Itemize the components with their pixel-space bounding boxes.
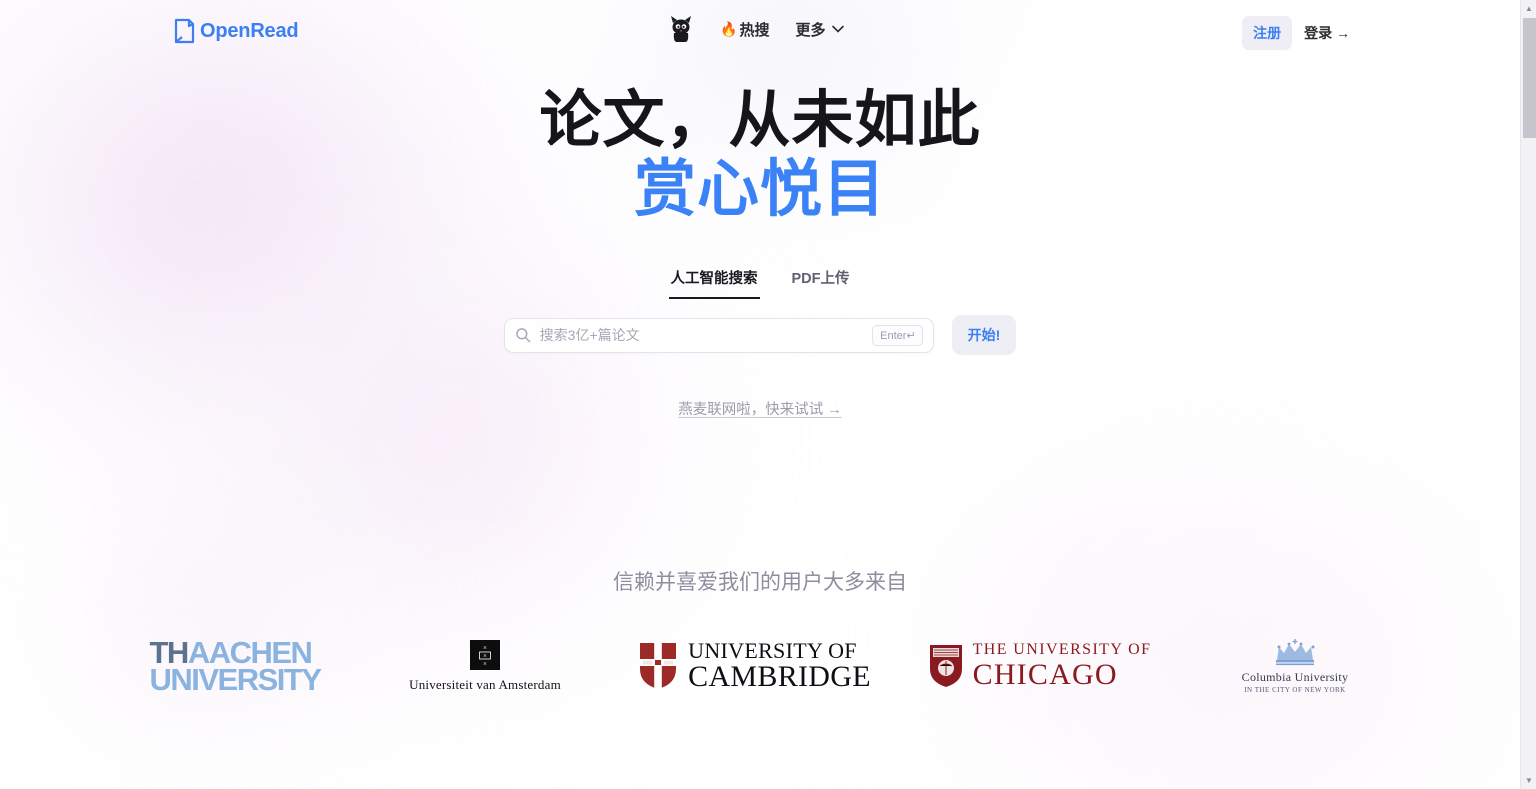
brand-name: OpenRead: [200, 19, 299, 42]
register-button[interactable]: 注册: [1242, 16, 1293, 50]
search-icon: [515, 328, 531, 343]
logo-columbia-university: Columbia University IN THE CITY OF NEW Y…: [1180, 628, 1410, 704]
trusted-by-logos: THAACHEN UNIVERSITY × × × Universiteit v…: [0, 628, 1520, 704]
tab-pdf-upload[interactable]: PDF上传: [790, 263, 852, 299]
scrollbar-thumb[interactable]: [1523, 18, 1536, 138]
logo-universiteit-van-amsterdam: × × × Universiteit van Amsterdam: [360, 628, 610, 704]
search-input[interactable]: [537, 326, 873, 344]
chicago-line-2: CHICAGO: [972, 657, 1118, 691]
amsterdam-xxx-icon: × × ×: [479, 644, 491, 667]
hero-section: 论文，从未如此 赏心悦目: [0, 86, 1520, 225]
columbia-wordmark: Columbia University: [1241, 670, 1349, 684]
openread-book-icon: [174, 18, 195, 44]
black-cat-icon[interactable]: [668, 14, 694, 44]
login-button[interactable]: 登录 →: [1300, 16, 1354, 50]
logo-university-of-cambridge: UNIVERSITY OF CAMBRIDGE: [610, 628, 900, 704]
cambridge-line-1: UNIVERSITY OF: [688, 638, 857, 663]
columbia-subline: IN THE CITY OF NEW YORK: [1244, 686, 1346, 694]
nav-item-hot-search-label: 热搜: [739, 21, 770, 39]
promo-banner: 燕麦联网啦，快来试试 →: [0, 398, 1520, 419]
logo-rwth-aachen-university: THAACHEN UNIVERSITY: [110, 628, 360, 704]
columbia-crown-icon: [1275, 639, 1315, 666]
amsterdam-wordmark: Universiteit van Amsterdam: [409, 676, 561, 692]
svg-text:×: ×: [483, 644, 487, 652]
page-root: OpenRead 🔥 热搜 更多 注册 登录 → 论文，从未如此 赏心悦目 人工…: [0, 0, 1536, 789]
nav-item-more[interactable]: 更多: [795, 19, 845, 40]
rwth-aachen-wordmark: THAACHEN UNIVERSITY: [149, 637, 322, 697]
cambridge-shield-icon: [640, 643, 677, 690]
page-content: OpenRead 🔥 热搜 更多 注册 登录 → 论文，从未如此 赏心悦目 人工…: [0, 0, 1520, 789]
start-search-button[interactable]: 开始!: [951, 315, 1017, 355]
search-box[interactable]: Enter↵: [503, 317, 934, 353]
hero-line-2: 赏心悦目: [633, 155, 886, 225]
chicago-wordmark: THE UNIVERSITY OF CHICAGO: [972, 640, 1152, 691]
enter-key-hint: Enter↵: [872, 324, 923, 346]
chevron-down-icon: [832, 25, 845, 33]
search-mode-tabs: 人工智能搜索 PDF上传: [0, 263, 1520, 299]
nav-item-more-label: 更多: [795, 21, 826, 39]
aachen-university: UNIVERSITY: [149, 662, 322, 697]
scroll-down-arrow[interactable]: ▼: [1521, 772, 1536, 789]
vertical-scrollbar[interactable]: ▲ ▼: [1520, 0, 1536, 789]
fire-icon: 🔥: [720, 20, 738, 37]
nav-item-hot-search[interactable]: 🔥 热搜: [720, 19, 769, 40]
site-header: OpenRead 🔥 热搜 更多 注册 登录 →: [0, 0, 1520, 62]
tab-ai-search[interactable]: 人工智能搜索: [668, 263, 760, 299]
chicago-line-1: THE UNIVERSITY OF: [972, 640, 1152, 658]
cambridge-wordmark: UNIVERSITY OF CAMBRIDGE: [688, 640, 871, 692]
logo-the-university-of-chicago: THE UNIVERSITY OF CHICAGO: [900, 628, 1180, 704]
promo-link[interactable]: 燕麦联网啦，快来试试 →: [678, 402, 842, 418]
trusted-by-title: 信赖并喜爱我们的用户大多来自: [613, 571, 907, 594]
search-row: Enter↵ 开始!: [0, 315, 1520, 355]
page-title: 论文，从未如此 赏心悦目: [0, 86, 1520, 225]
chicago-shield-icon: [929, 644, 962, 687]
scroll-up-arrow[interactable]: ▲: [1521, 0, 1536, 17]
main-nav: 🔥 热搜 更多: [668, 14, 845, 44]
amsterdam-shield-icon: × × ×: [470, 639, 500, 670]
svg-text:×: ×: [483, 660, 487, 667]
cambridge-line-2: CAMBRIDGE: [688, 660, 871, 693]
hero-line-1: 论文，从未如此: [539, 86, 981, 155]
brand-logo[interactable]: OpenRead: [174, 18, 299, 44]
auth-actions: 注册 登录 →: [1242, 16, 1354, 50]
